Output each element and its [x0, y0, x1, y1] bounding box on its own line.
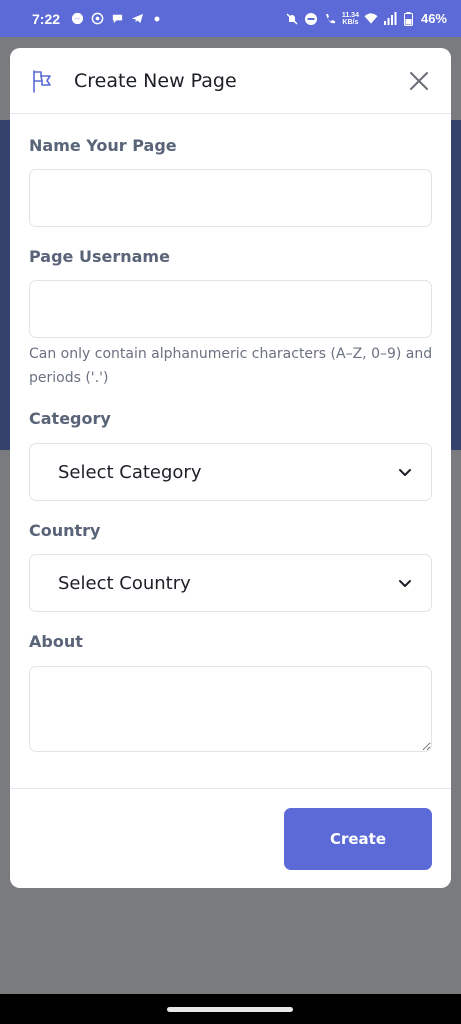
battery-icon [402, 11, 416, 26]
notification-icons [70, 12, 164, 26]
system-icons: 11.34 KB/s 46% [285, 11, 447, 26]
signal-icon [383, 12, 397, 26]
country-select[interactable]: Select Country [29, 554, 432, 612]
home-indicator[interactable] [167, 1007, 293, 1012]
modal-header: Create New Page [10, 48, 451, 114]
chevron-down-icon [397, 575, 413, 591]
call-icon [323, 12, 337, 26]
country-label: Country [29, 521, 101, 540]
category-select[interactable]: Select Category [29, 443, 432, 501]
mute-bell-icon [285, 12, 299, 26]
status-bar: 7:22 11.34 KB/s 46% [0, 0, 461, 37]
category-selected-value: Select Category [58, 461, 202, 483]
whatsapp-icon [90, 12, 104, 26]
close-icon [410, 71, 428, 90]
telegram-icon [130, 12, 144, 26]
create-button[interactable]: Create [284, 808, 432, 870]
footer-divider [10, 788, 451, 789]
page-username-label: Page Username [29, 247, 170, 266]
wifi-icon [364, 12, 378, 26]
chat-icon [110, 12, 124, 26]
battery-percent: 46% [420, 11, 447, 26]
create-page-modal: Create New Page Name Your Page Page User… [10, 48, 451, 888]
category-label: Category [29, 409, 111, 428]
flag-icon [30, 68, 56, 94]
do-not-disturb-icon [304, 12, 318, 26]
about-label: About [29, 632, 83, 651]
modal-title: Create New Page [74, 69, 237, 92]
chevron-down-icon [397, 464, 413, 480]
net-speed: 11.34 KB/s [341, 11, 359, 26]
close-button[interactable] [405, 67, 433, 95]
more-dot-icon [150, 12, 164, 26]
about-textarea[interactable] [29, 666, 432, 752]
messenger-icon [70, 12, 84, 26]
country-selected-value: Select Country [58, 572, 191, 594]
page-name-input[interactable] [29, 169, 432, 227]
status-time: 7:22 [32, 10, 61, 27]
page-username-input[interactable] [29, 280, 432, 338]
username-help-text: Can only contain alphanumeric characters… [29, 346, 433, 386]
page-name-label: Name Your Page [29, 136, 177, 155]
